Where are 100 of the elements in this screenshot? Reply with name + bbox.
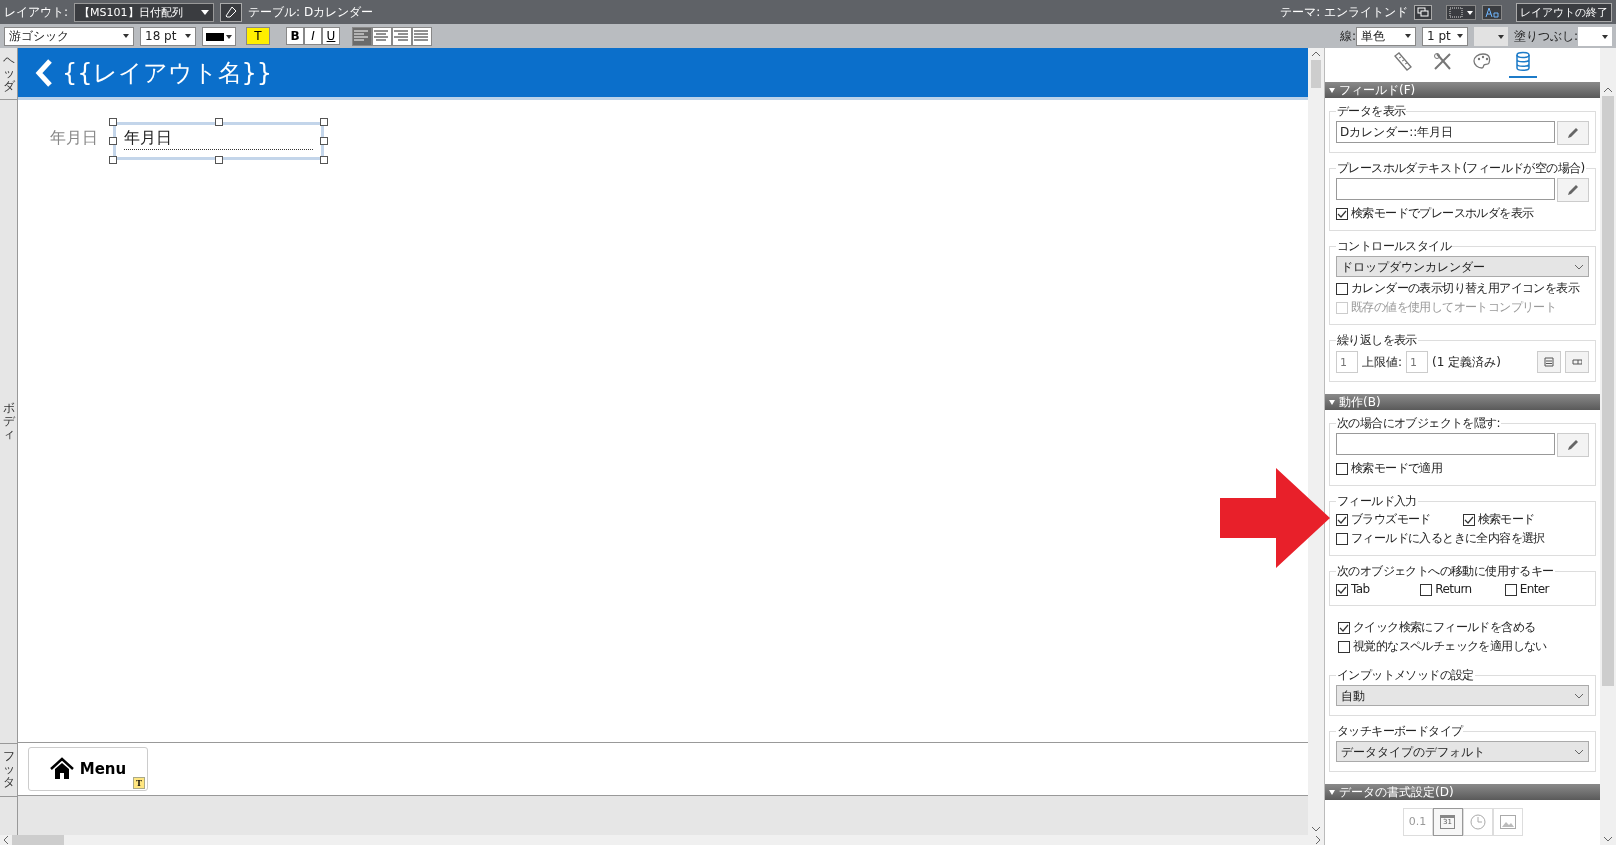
- border-icon[interactable]: [1446, 4, 1476, 20]
- scrollbar-thumb[interactable]: [12, 835, 64, 845]
- checkbox-label: フィールドに入るときに全内容を選択: [1351, 531, 1545, 546]
- group-label: 繰り返しを表示: [1336, 333, 1418, 348]
- image-icon: [1499, 815, 1516, 829]
- exit-layout-button[interactable]: レイアウトの終了: [1516, 2, 1612, 22]
- selection-handle[interactable]: [320, 137, 328, 145]
- text-field[interactable]: Dカレンダー::年月日: [1336, 121, 1555, 143]
- chevron-icon: [1574, 263, 1584, 270]
- layout-select[interactable]: 【MS101】日付配列: [74, 2, 215, 22]
- group-label: フィールド入力: [1336, 494, 1418, 509]
- pencil-icon: [1566, 126, 1580, 140]
- field-label: 年月日: [50, 127, 98, 149]
- edit-layout-button[interactable]: [220, 2, 243, 22]
- pencil-icon: [1566, 438, 1580, 452]
- selection-handle[interactable]: [320, 156, 328, 164]
- checkbox[interactable]: [1338, 621, 1350, 634]
- checkbox[interactable]: [1338, 640, 1350, 653]
- checkbox[interactable]: [1336, 513, 1348, 526]
- text-color-picker[interactable]: [202, 26, 236, 46]
- align-right-button[interactable]: [392, 26, 412, 46]
- fill-label: 塗りつぶし:: [1513, 28, 1578, 45]
- group-label: 次の場合にオブジェクトを隠す:: [1336, 416, 1502, 431]
- format-tab[interactable]: [1462, 808, 1493, 836]
- layout-title: {{レイアウト名}}: [62, 57, 273, 89]
- justify-button[interactable]: [412, 26, 432, 46]
- section-title: 動作(B): [1339, 394, 1381, 411]
- size-select[interactable]: 18 pt: [140, 26, 196, 46]
- font-icon[interactable]: [1482, 4, 1502, 20]
- group-label: タッチキーボードタイプ: [1336, 724, 1464, 739]
- checkbox[interactable]: [1462, 513, 1475, 526]
- dropdown[interactable]: ドロップダウンカレンダー: [1336, 256, 1589, 277]
- layout-label: レイアウト:: [4, 4, 69, 21]
- align-left-button[interactable]: [352, 26, 372, 46]
- edit-button[interactable]: [1557, 178, 1589, 202]
- underline-button[interactable]: U: [322, 27, 340, 45]
- table-label: テーブル: Dカレンダー: [248, 4, 374, 21]
- selection-handle[interactable]: [214, 118, 223, 126]
- checkbox[interactable]: [1336, 462, 1348, 475]
- back-icon[interactable]: [34, 58, 54, 87]
- section-header[interactable]: フィールド(F): [1325, 82, 1600, 98]
- scrollbar-thumb[interactable]: [1311, 60, 1321, 88]
- section-header[interactable]: 動作(B): [1325, 394, 1600, 410]
- align-center-button[interactable]: [372, 26, 392, 46]
- checkbox[interactable]: [1420, 583, 1433, 596]
- edit-button[interactable]: [1557, 433, 1589, 457]
- part-label: フッタ: [2, 750, 15, 790]
- chevron-icon: [1574, 748, 1584, 755]
- checkbox[interactable]: [1504, 583, 1517, 596]
- line-color-picker[interactable]: [1473, 26, 1508, 46]
- repeat-limit-field[interactable]: 1: [1406, 351, 1429, 373]
- scrollbar-thumb[interactable]: [1602, 96, 1614, 686]
- text-field[interactable]: [1336, 178, 1555, 200]
- edit-button[interactable]: [1557, 121, 1589, 145]
- checkbox-label: Tab: [1351, 582, 1370, 597]
- italic-button[interactable]: I: [304, 27, 322, 45]
- selection-handle[interactable]: [109, 156, 117, 164]
- text-badge: T: [133, 777, 145, 789]
- fill-color-picker[interactable]: [1578, 26, 1612, 46]
- vertical-layout-icon: [1544, 357, 1554, 367]
- checkbox-label: カレンダーの表示切り替え用アイコンを表示: [1351, 281, 1579, 296]
- clock-icon: [1469, 814, 1486, 830]
- dropdown[interactable]: 自動: [1336, 685, 1589, 706]
- checkbox-label: 視覚的なスペルチェックを適用しない: [1353, 639, 1547, 654]
- section-header[interactable]: データの書式設定(D): [1325, 784, 1600, 800]
- checkbox-label: Enter: [1519, 582, 1549, 597]
- selection-handle[interactable]: [109, 118, 117, 126]
- selection-handle[interactable]: [320, 118, 328, 126]
- defined-note: (1 定義済み): [1432, 354, 1501, 371]
- checkbox-label: 検索モードで適用: [1351, 461, 1443, 476]
- checkbox[interactable]: [1336, 282, 1348, 295]
- bold-button[interactable]: B: [286, 27, 304, 45]
- selection-handle[interactable]: [109, 137, 117, 145]
- menu-button[interactable]: Menu T: [28, 747, 148, 791]
- group-label: コントロールスタイル: [1336, 239, 1452, 254]
- chevron-icon: [1574, 692, 1584, 699]
- dropdown[interactable]: データタイプのデフォルト: [1336, 741, 1589, 762]
- line-style-select[interactable]: 単色: [1355, 26, 1416, 46]
- checkbox[interactable]: [1336, 532, 1348, 545]
- limit-label: 上限値:: [1362, 354, 1403, 371]
- font-select[interactable]: 游ゴシック: [4, 26, 134, 46]
- line-label: 線:: [1339, 28, 1356, 45]
- checkbox-label: 検索モード: [1477, 512, 1535, 527]
- section-title: データの書式設定(D): [1339, 784, 1454, 801]
- selection-handle[interactable]: [214, 156, 223, 164]
- line-width-select[interactable]: 1 pt: [1421, 26, 1468, 46]
- checkbox-label: 検索モードでプレースホルダを表示: [1351, 206, 1534, 221]
- group-label: インプットメソッドの設定: [1336, 668, 1475, 683]
- repeat-start-field[interactable]: 1: [1336, 351, 1358, 373]
- highlight-button[interactable]: T: [246, 27, 270, 45]
- part-label: ボディ: [2, 401, 15, 442]
- checkbox-label: 既存の値を使用してオートコンプリート: [1351, 300, 1557, 315]
- checkbox[interactable]: [1336, 207, 1348, 220]
- home-icon: [49, 757, 74, 781]
- theme-icon[interactable]: [1414, 4, 1432, 20]
- caret-icon: [201, 9, 210, 15]
- section-title: フィールド(F): [1339, 82, 1416, 99]
- checkbox[interactable]: [1336, 583, 1348, 596]
- checkbox-label: Return: [1435, 582, 1472, 597]
- text-field[interactable]: [1336, 433, 1555, 455]
